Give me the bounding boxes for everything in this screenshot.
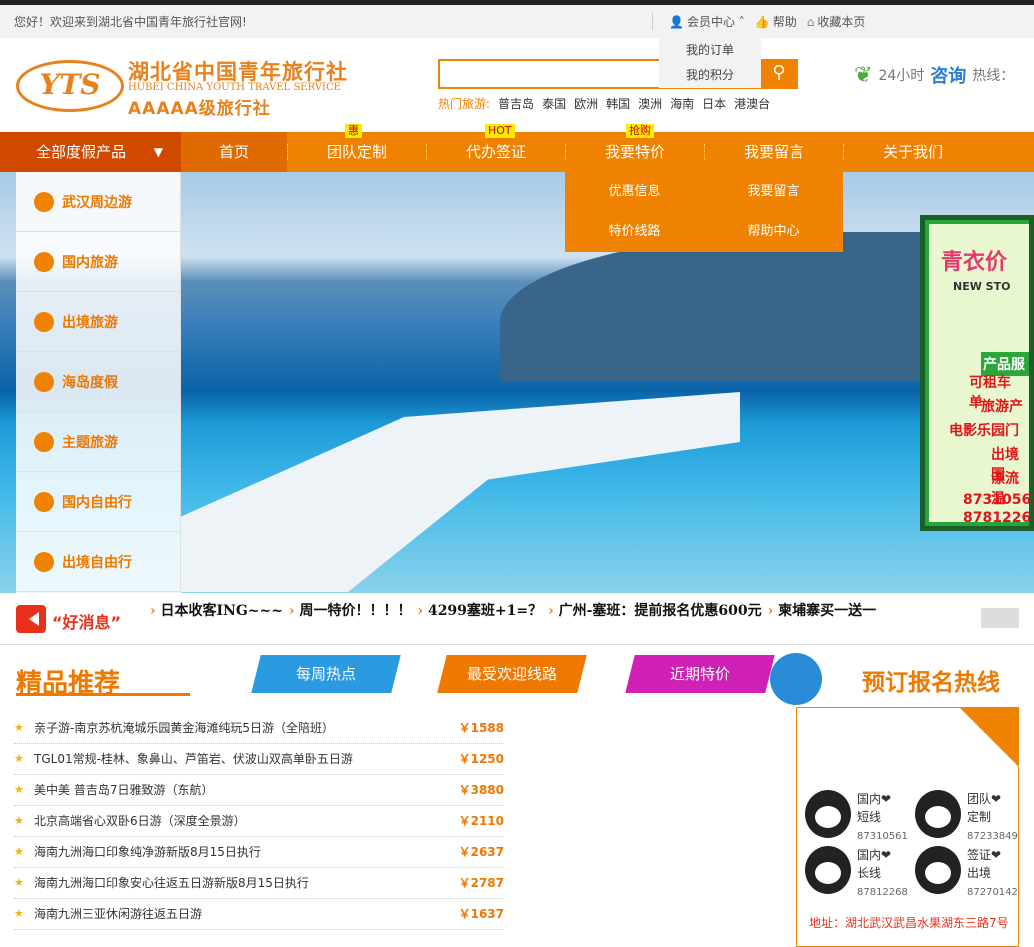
nav-visa[interactable]: 代办签证 HOT <box>427 124 565 172</box>
my-orders-link[interactable]: 我的订单 <box>659 38 761 63</box>
tour-row[interactable]: 海南九洲海口印象安心往返五日游新版8月15日执行￥2787 <box>14 868 504 899</box>
qq-penguin-icon <box>915 846 961 894</box>
top-bar: 您好！欢迎来到湖北省中国青年旅行社官网! 👤 会员中心 ˄ 👍 帮助 ⌂ 收藏本页 <box>0 0 1034 38</box>
qq-penguin-icon <box>915 790 961 838</box>
nav-about[interactable]: 关于我们 <box>844 132 982 172</box>
submenu-item[interactable]: 我要留言 <box>704 172 843 212</box>
top-links: 👤 会员中心 ˄ 👍 帮助 ⌂ 收藏本页 <box>652 13 865 30</box>
qq-contact[interactable]: 签证❤ 出境 87270142 <box>915 846 1025 902</box>
category-item[interactable]: 国内旅游 <box>16 232 181 292</box>
hotline-box: 国内❤ 短线 87310561 团队❤ 定制 87233849 国内❤ 长线 8781226… <box>796 707 1019 947</box>
submenu-item[interactable]: 帮助中心 <box>704 212 843 252</box>
tour-row[interactable]: 北京高端省心双卧6日游（深度全景游）￥2110 <box>14 806 504 837</box>
submenu-item[interactable]: 特价线路 <box>565 212 704 252</box>
qq-contact[interactable]: 国内❤ 长线 87812268 <box>805 846 915 902</box>
plane-icon <box>34 551 54 572</box>
help-link[interactable]: 👍 帮助 <box>755 13 797 30</box>
news-item[interactable]: 周一特价！！！！ <box>289 600 411 620</box>
search-button[interactable]: ⚲ <box>760 59 798 89</box>
nav-home[interactable]: 首页 <box>181 132 287 172</box>
logo-level: AAAAA级旅行社 <box>128 99 271 119</box>
tour-row[interactable]: 美中美 普吉岛7日雅致游（东航）￥3880 <box>14 775 504 806</box>
favorite-link[interactable]: ⌂ 收藏本页 <box>807 13 866 30</box>
tab-popular[interactable]: 最受欢迎线路 <box>437 655 587 693</box>
nav-submenu: 优惠信息 我要留言 特价线路 帮助中心 <box>565 172 843 252</box>
member-dropdown: 我的订单 我的积分 <box>659 38 761 88</box>
side-ad[interactable]: 青衣价 NEW STO 产品服 可租车 单 旅游产 电影乐园门 出境 国 漂流 … <box>920 215 1034 531</box>
my-points-link[interactable]: 我的积分 <box>659 63 761 88</box>
hot-link[interactable]: 日本 <box>702 95 726 112</box>
search-icon: ⚲ <box>772 62 786 83</box>
thumb-icon: 👍 <box>754 15 770 29</box>
ticker-arrows[interactable] <box>981 608 1019 628</box>
china-map-icon <box>34 251 54 272</box>
corner-fold <box>959 707 1019 767</box>
leaf-icon: ❦ <box>854 62 873 88</box>
hotline: ❦ 24小时 咨询 热线： <box>854 62 1015 88</box>
footprint-icon <box>34 491 54 512</box>
hot-link[interactable]: 港澳台 <box>734 95 770 112</box>
user-icon: 👤 <box>669 15 684 29</box>
qq-penguin-icon <box>805 790 851 838</box>
logo-mark: YTS <box>16 60 124 112</box>
all-products-button[interactable]: 全部度假产品 ▼ <box>0 132 181 172</box>
location-icon <box>34 191 54 212</box>
tab-weekly[interactable]: 每周热点 <box>251 655 401 693</box>
news-label: “好消息” <box>52 613 122 632</box>
nav-special[interactable]: 我要特价 抢购 <box>566 124 704 172</box>
qq-penguin-icon <box>805 846 851 894</box>
category-sidebar: 武汉周边游 国内旅游 出境旅游 海岛度假 主题旅游 国内自由行 出境自由行 <box>16 172 181 593</box>
news-ticker: “好消息” 日本收客ING~~~ 周一特价！！！！ 4299塞班+1=？ 广州-… <box>0 593 1034 645</box>
title-underline <box>16 693 190 696</box>
hot-link[interactable]: 韩国 <box>606 95 630 112</box>
nav-message[interactable]: 我要留言 <box>705 132 843 172</box>
news-item[interactable]: 广州-塞班：提前报名优惠600元 <box>548 600 762 620</box>
globe-icon <box>34 311 54 332</box>
tour-row[interactable]: TGL01常规-桂林、象鼻山、芦笛岩、伏波山双高单卧五日游￥1250 <box>14 744 504 775</box>
logo-en: HUBEI CHINA YOUTH TRAVEL SERVICE <box>128 82 341 93</box>
category-item[interactable]: 国内自由行 <box>16 472 181 532</box>
main-nav: 全部度假产品 ▼ 首页 团队定制惠 代办签证 HOT 我要特价 抢购 我要留言 关于我… <box>0 124 1034 172</box>
nav-badge: 抢购 <box>626 124 654 138</box>
balloon-icon <box>34 431 54 452</box>
category-item[interactable]: 武汉周边游 <box>16 172 181 232</box>
telephone-icon <box>770 653 822 705</box>
tour-list: 亲子游-南京苏杭淹城乐园黄金海滩纯玩5日游（全陪班）￥1588 TGL01常规-… <box>14 713 504 930</box>
welcome-text: 您好！欢迎来到湖北省中国青年旅行社官网! <box>14 15 247 29</box>
hot-link[interactable]: 普吉岛 <box>498 95 534 112</box>
qq-contact[interactable]: 团队❤ 定制 87233849 <box>915 790 1025 846</box>
tab-special[interactable]: 近期特价 <box>625 655 775 693</box>
qq-contact[interactable]: 国内❤ 短线 87310561 <box>805 790 915 846</box>
recommend-section: 精品推荐 每周热点 最受欢迎线路 近期特价 预订报名热线 亲子游-南京苏杭淹城乐… <box>0 645 1034 947</box>
home-icon: ⌂ <box>806 15 815 29</box>
hot-link[interactable]: 欧洲 <box>574 95 598 112</box>
nav-badge: 惠 <box>345 124 362 138</box>
category-item[interactable]: 海岛度假 <box>16 352 181 412</box>
category-item[interactable]: 主题旅游 <box>16 412 181 472</box>
lifebuoy-icon <box>34 371 54 392</box>
tour-row[interactable]: 海南九洲海口印象纯净游新版8月15日执行￥2637 <box>14 837 504 868</box>
hot-link[interactable]: 澳洲 <box>638 95 662 112</box>
member-center-link[interactable]: 👤 会员中心 ˄ <box>669 13 745 30</box>
category-item[interactable]: 出境自由行 <box>16 532 181 592</box>
nav-badge: HOT <box>485 124 515 138</box>
address-text: 地址：湖北武汉武昌水果湖东三路7号 <box>809 916 1009 930</box>
news-item[interactable]: 柬埔寨买一送一 <box>768 600 876 620</box>
hot-destinations: 热门旅游: 普吉岛 泰国 欧洲 韩国 澳洲 海南 日本 港澳台 <box>438 95 771 112</box>
hot-link[interactable]: 泰国 <box>542 95 566 112</box>
news-item[interactable]: 日本收客ING~~~ <box>150 600 283 620</box>
speaker-icon <box>16 605 46 633</box>
tour-row[interactable]: 亲子游-南京苏杭淹城乐园黄金海滩纯玩5日游（全陪班）￥1588 <box>14 713 504 744</box>
hotline-title: 预订报名热线 <box>862 670 1000 696</box>
category-item[interactable]: 出境旅游 <box>16 292 181 352</box>
tour-row[interactable]: 海南九洲三亚休闲游往返五日游￥1637 <box>14 899 504 930</box>
nav-team[interactable]: 团队定制惠 <box>288 124 426 172</box>
news-item[interactable]: 4299塞班+1=？ <box>417 600 542 620</box>
submenu-item[interactable]: 优惠信息 <box>565 172 704 212</box>
site-logo[interactable]: YTS 湖北省中国青年旅行社 HUBEI CHINA YOUTH TRAVEL … <box>16 56 361 119</box>
triangle-down-icon: ▼ <box>153 145 163 159</box>
hot-link[interactable]: 海南 <box>670 95 694 112</box>
